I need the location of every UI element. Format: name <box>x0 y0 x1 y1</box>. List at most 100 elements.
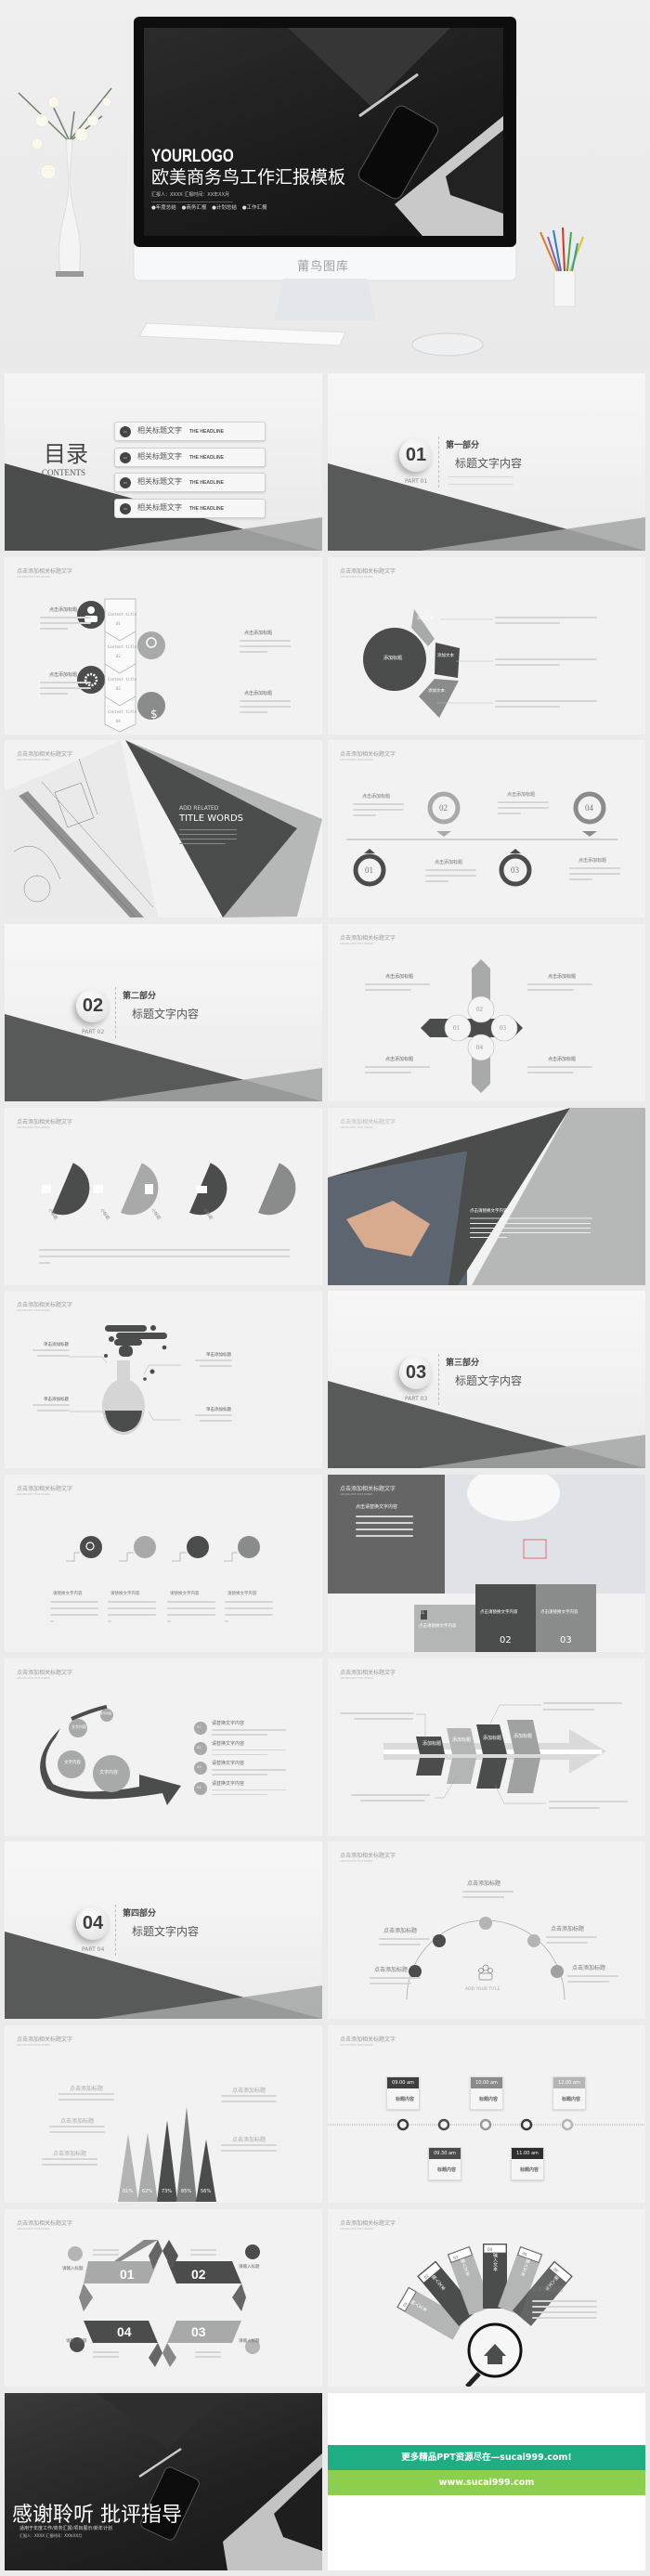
placeholder-text <box>365 989 411 991</box>
section-title: 标题文字内容 <box>455 1374 523 1387</box>
placeholder-text <box>569 873 620 875</box>
placeholder-text <box>425 869 476 871</box>
placeholder-text <box>425 875 476 877</box>
contents-item-number: 01 <box>120 426 131 437</box>
placeholder-text <box>365 1072 411 1073</box>
ribbon-number: 04 <box>117 2324 132 2339</box>
placeholder-text <box>93 2356 119 2358</box>
contents-item[interactable]: 02 相关标题文字 THE HEADLINE <box>114 447 266 467</box>
slide-magnifier-fan[interactable]: 点击添加相关标题文字 ADD RELATED TITLE WORDS 01 输入文本… <box>328 2209 645 2387</box>
schedule-label: 标题内容 <box>396 2097 415 2102</box>
thanks-subtitle: 适用于年度工作/商务汇报/项目展示/新年计划 <box>20 2526 113 2531</box>
arc-segment-label: 添加文本 <box>417 617 434 621</box>
placeholder-text <box>49 2131 105 2133</box>
icon-item-title: 请替换文字内容 <box>228 1592 257 1596</box>
divider <box>115 1905 116 1956</box>
ad-banner-text[interactable]: 更多精品PPT资源尽在—sucai999.com! <box>328 2445 645 2470</box>
slide-blueprint[interactable]: 点击添加相关标题文字 ADD RELATED TITLE WORDS ADD RE… <box>5 740 322 917</box>
monitor-stand <box>274 279 376 320</box>
contents-item[interactable]: 01 相关标题文字 THE HEADLINE <box>114 422 266 441</box>
slide-part-01[interactable]: 01 PART 01 第一部分 标题文字内容 <box>328 373 645 551</box>
card-title: 点击请替换文字内容 <box>480 1610 518 1615</box>
list-number: 04 <box>197 1785 202 1789</box>
placeholder-text <box>240 711 267 713</box>
placeholder-text <box>212 1749 286 1750</box>
slide-peak-chart[interactable]: 点击添加相关标题文字 ADD RELATED TITLE WORDS 61% 62%… <box>5 2025 322 2203</box>
slide-pins[interactable]: 点击添加相关标题文字 ADD RELATED TITLE WORDS 小标题 小标题… <box>5 1108 322 1285</box>
ribbon-number: 01 <box>120 2267 135 2282</box>
contents-item[interactable]: 04 相关标题文字 THE HEADLINE <box>114 498 266 518</box>
schedule-label: 标题内容 <box>479 2097 499 2102</box>
volume-icon <box>187 1536 209 1558</box>
icon-item-title: 请替换文字内容 <box>110 1592 140 1596</box>
slide-fishbone-arrow[interactable]: 点击添加相关标题文字 ADD RELATED TITLE WORDS 添加标题 添加… <box>328 1659 645 1836</box>
thumbs-up-icon <box>238 1536 260 1558</box>
slide-ad-banner[interactable]: 更多精品PPT资源尽在—sucai999.com! www.sucai999.c… <box>328 2393 645 2570</box>
section-part: PART 03 <box>405 1396 428 1402</box>
section-part: PART 01 <box>405 478 428 485</box>
fan-text: 输入文本 <box>492 2252 498 2272</box>
placeholder-text <box>32 1404 70 1406</box>
placeholder-text <box>462 1896 504 1898</box>
slide-cross-diagram[interactable]: 点击添加相关标题文字 ADD RELATED TITLE WORDS 02 01 03… <box>328 924 645 1101</box>
slide-curved-arrow[interactable]: 点击添加相关标题文字 ADD RELATED TITLE WORDS 文字内容 文字… <box>5 1659 322 1836</box>
placeholder-text <box>40 682 91 683</box>
slide-semicircle[interactable]: 点击添加相关标题文字 ADD RELATED TITLE WORDS ADD YO… <box>328 1841 645 2019</box>
placeholder-text <box>569 867 620 869</box>
placeholder-text <box>365 983 430 985</box>
slide-part-04[interactable]: 04 PART 04 第四部分 标题文字内容 <box>5 1841 322 2019</box>
placeholder-text <box>195 2356 221 2358</box>
slide-part-02[interactable]: 02 PART 02 第二部分 标题文字内容 <box>5 924 322 1101</box>
placeholder-text <box>567 1981 609 1983</box>
slide-part-03[interactable]: 03 PART 03 第三部分 标题文字内容 <box>328 1291 645 1468</box>
slide-ribbon-loop[interactable]: 点击添加相关标题文字 ADD RELATED TITLE WORDS 01 02 03… <box>5 2209 322 2387</box>
peak-item-title: 点击添加标题 <box>232 2137 266 2143</box>
placeholder-text <box>42 2158 98 2160</box>
slide-ring-timeline[interactable]: 点击添加相关标题文字 ADD RELATED TITLE WORDS 01 02 03… <box>328 740 645 917</box>
slide-flask[interactable]: 点击添加相关标题文字 ADD RELATED TITLE WORDS 单击添加标题… <box>5 1291 322 1468</box>
section-number: 02 <box>76 989 110 1022</box>
slide-four-icons[interactable]: 点击添加相关标题文字 ADD RELATED TITLE WORDS 请替换文字内… <box>5 1475 322 1652</box>
placeholder-text <box>212 1769 286 1771</box>
schedule-card: 12.00 am 标题内容 <box>552 2076 586 2110</box>
placeholder-text <box>379 1938 430 1940</box>
section-number: 03 <box>399 1356 433 1389</box>
slide-header: 点击添加相关标题文字 <box>340 1119 396 1125</box>
slide-contents[interactable]: 目录 CONTENTS 01 相关标题文字 THE HEADLINE 02 相关标题文字… <box>5 373 322 551</box>
cross-number: 01 <box>453 1024 460 1032</box>
slide-photo-cards[interactable]: 点击添加相关标题文字 ADD RELATED TITLE WORDS 点击请替换文… <box>328 1475 645 1652</box>
bubble-label: 文字内容 <box>64 1761 81 1765</box>
ad-website-link[interactable]: www.sucai999.com <box>328 2470 645 2495</box>
placeholder-text <box>108 1614 156 1616</box>
placeholder-text <box>221 2095 277 2097</box>
slide-header-en: ADD RELATED TITLE WORDS <box>340 1126 373 1129</box>
fan-number: 04 <box>488 2247 493 2252</box>
slide-arc-diagram[interactable]: 点击添加相关标题文字 ADD RELATED TITLE WORDS 添加标题 添… <box>328 557 645 735</box>
hero-meta: 汇报人：XXXX 汇报时间：XX年XX月 <box>151 192 229 198</box>
ribbon-title: 请输入标题 <box>239 2339 260 2344</box>
peak-value-label: 61% <box>123 2189 134 2194</box>
item-title: 点击添加标题 <box>49 672 78 678</box>
placeholder-text <box>58 2099 114 2101</box>
contents-item-headline: THE HEADLINE <box>189 480 224 486</box>
item-title: 点击添加标题 <box>49 607 78 613</box>
arc-center-label: 添加标题 <box>384 656 403 661</box>
placeholder-text <box>195 1414 232 1416</box>
slide-process[interactable]: 点击添加相关标题文字 ADD RELATED TITLE WORDS $ Cont… <box>5 557 322 735</box>
contents-item[interactable]: 03 相关标题文字 THE HEADLINE <box>114 473 266 492</box>
brand-watermark: 莆鸟图库 <box>297 260 350 274</box>
vase-icon <box>58 138 81 275</box>
step-title: Content title <box>108 612 137 617</box>
slide-time-schedule[interactable]: 点击添加相关标题文字 ADD RELATED TITLE WORDS 09.00 … <box>328 2025 645 2203</box>
icon-item-title: 请替换文字内容 <box>53 1592 83 1596</box>
slide-thanks[interactable]: 感谢聆听 批评指导 适用于年度工作/商务汇报/项目展示/新年计划 汇报人：XXX… <box>5 2393 322 2570</box>
placeholder-text <box>167 1601 215 1603</box>
slide-handshake[interactable]: 点击添加相关标题文字 ADD RELATED TITLE WORDS 点击请替换文… <box>328 1108 645 1285</box>
chart-icon <box>94 1185 103 1193</box>
placeholder-text <box>195 1360 232 1361</box>
placeholder-text <box>356 1529 413 1530</box>
schedule-card: 09.00 am 标题内容 <box>386 2076 420 2110</box>
contents-item-title: 相关标题文字 <box>137 502 182 512</box>
hero-logo: YOURLOGO <box>151 147 234 166</box>
placeholder-text <box>425 880 448 882</box>
